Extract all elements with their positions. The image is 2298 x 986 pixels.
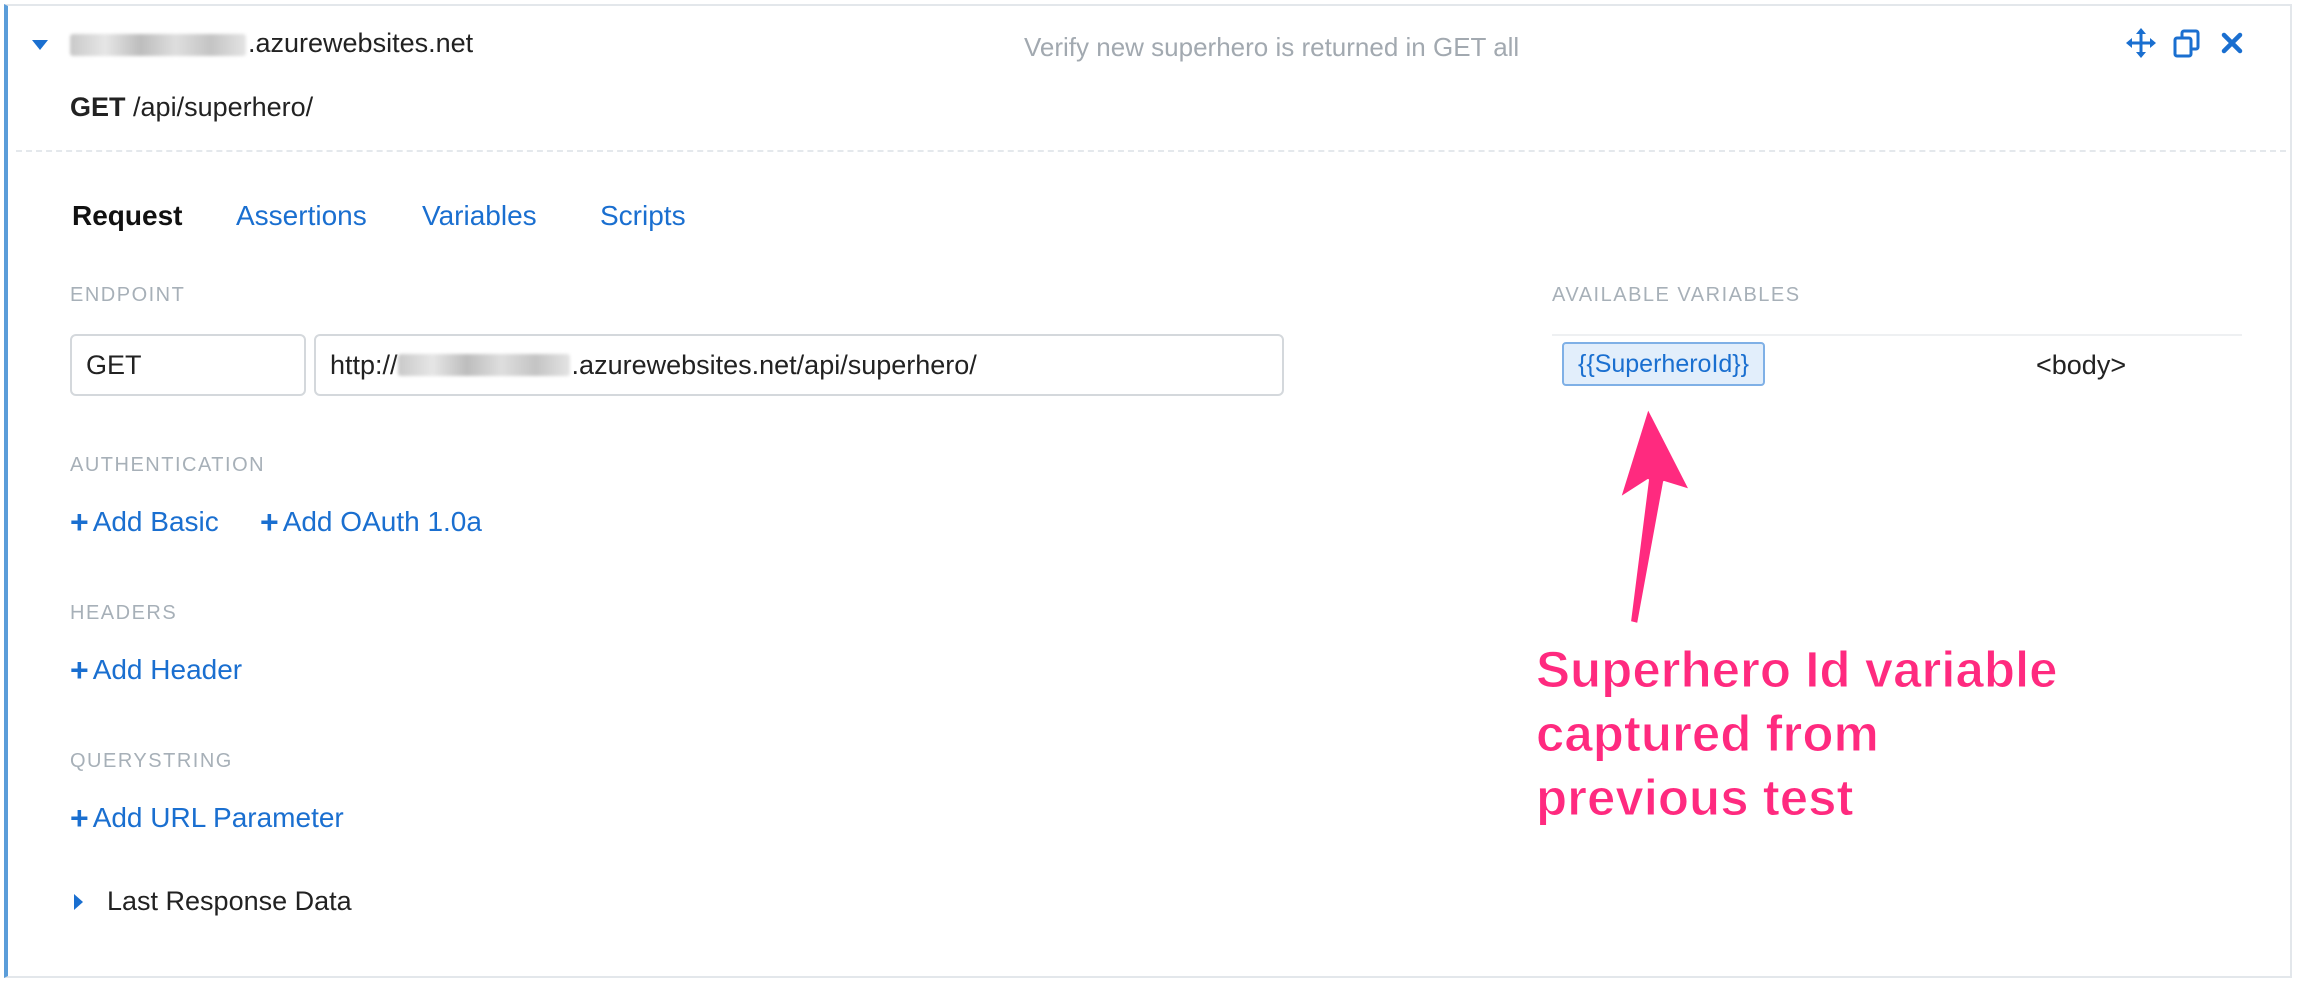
variable-source: <body>	[2036, 350, 2127, 380]
request-summary: GET /api/superhero/	[70, 92, 313, 123]
host-name: .azurewebsites.net	[70, 28, 473, 59]
tab-request[interactable]: Request	[72, 200, 182, 232]
url-suffix: .azurewebsites.net/api/superhero/	[571, 349, 977, 380]
add-oauth-label: Add OAuth 1.0a	[282, 506, 482, 537]
redacted-url-host	[397, 354, 570, 376]
add-basic-label: Add Basic	[92, 506, 219, 537]
tab-assertions[interactable]: Assertions	[236, 200, 367, 232]
plus-icon: +	[70, 504, 89, 540]
variable-chip[interactable]: {{SuperheroId}}	[1562, 342, 1765, 386]
add-oauth-button[interactable]: + Add OAuth 1.0a	[260, 506, 482, 538]
endpoint-label: ENDPOINT	[70, 284, 186, 306]
available-variables-label: AVAILABLE VARIABLES	[1552, 284, 1801, 306]
host-suffix: .azurewebsites.net	[248, 28, 474, 58]
annotation-line-1: Superhero Id variable	[1536, 641, 2059, 699]
add-header-label: Add Header	[92, 654, 243, 685]
method-field[interactable]: GET	[70, 334, 306, 396]
variable-chip-label: {{SuperheroId}}	[1578, 349, 1749, 378]
tab-scripts[interactable]: Scripts	[600, 200, 686, 232]
expand-caret-icon	[74, 893, 83, 910]
annotation-line-3: previous test	[1536, 769, 1854, 827]
url-prefix: http://	[330, 349, 398, 380]
add-header-button[interactable]: + Add Header	[70, 654, 242, 686]
close-icon[interactable]	[2220, 31, 2244, 55]
request-method: GET	[70, 92, 126, 122]
plus-icon: +	[70, 800, 89, 836]
plus-icon: +	[260, 504, 279, 540]
headers-label: HEADERS	[70, 602, 178, 624]
url-field[interactable]: http:// .azurewebsites.net/api/superhero/	[314, 334, 1284, 396]
add-url-parameter-button[interactable]: + Add URL Parameter	[70, 802, 344, 834]
annotation-line-2: captured from	[1536, 705, 1880, 763]
redacted-host	[70, 33, 246, 56]
duplicate-icon[interactable]	[2172, 28, 2202, 58]
annotation-arrow	[1619, 407, 1691, 625]
tab-variables[interactable]: Variables	[422, 200, 537, 232]
last-response-label: Last Response Data	[107, 886, 352, 916]
annotation-text: Superhero Id variable captured from prev…	[1536, 638, 2059, 830]
move-icon[interactable]	[2126, 28, 2156, 58]
method-field-value: GET	[86, 349, 142, 380]
add-url-parameter-label: Add URL Parameter	[92, 802, 344, 833]
authentication-label: AUTHENTICATION	[70, 454, 266, 476]
add-basic-button[interactable]: + Add Basic	[70, 506, 219, 538]
step-description: Verify new superhero is returned in GET …	[1024, 32, 1520, 62]
collapse-caret-icon[interactable]	[32, 40, 48, 50]
test-step-card: .azurewebsites.net Verify new superhero …	[4, 4, 2292, 978]
querystring-label: QUERYSTRING	[70, 750, 233, 772]
plus-icon: +	[70, 652, 89, 688]
available-variables-divider	[1552, 334, 2242, 336]
last-response-toggle[interactable]: Last Response Data	[74, 886, 352, 917]
request-path: /api/superhero/	[133, 92, 314, 122]
header-divider	[16, 150, 2286, 152]
